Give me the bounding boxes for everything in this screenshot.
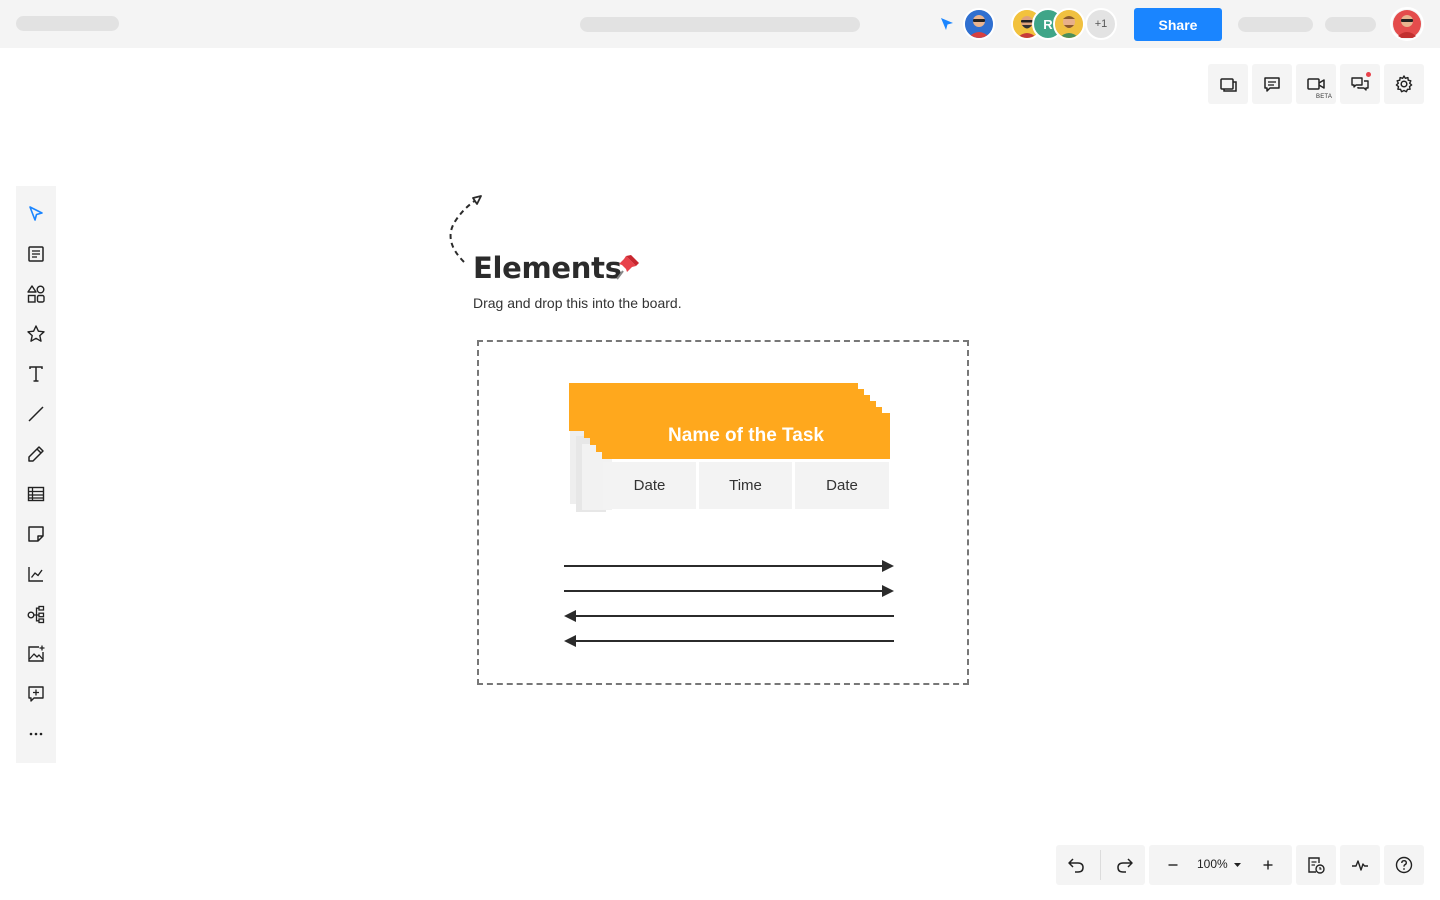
mind-map-tool[interactable] — [26, 604, 46, 624]
template-tool[interactable] — [26, 244, 46, 264]
task-end-date-field[interactable]: Date — [795, 462, 889, 509]
image-icon — [28, 645, 45, 662]
text-tool[interactable] — [26, 364, 46, 384]
chat-icon — [1351, 77, 1369, 91]
more-tools[interactable] — [26, 724, 46, 744]
help-button[interactable] — [1384, 845, 1424, 885]
star-icon — [27, 325, 45, 342]
collaborator-avatar[interactable] — [1053, 8, 1085, 40]
activity-pulse-icon — [1352, 860, 1368, 871]
layers-icon — [1220, 78, 1237, 92]
add-comment-tool[interactable] — [26, 684, 46, 704]
task-time-field[interactable]: Time — [699, 462, 792, 509]
shapes-tool[interactable] — [26, 284, 46, 304]
shapes-icon — [27, 285, 45, 303]
account-avatar[interactable] — [1390, 7, 1424, 41]
board-name-placeholder[interactable] — [16, 16, 119, 31]
sticky-note-icon — [28, 526, 44, 542]
chart-tool[interactable] — [26, 564, 46, 584]
minus-icon — [1168, 864, 1178, 866]
menu-placeholder[interactable] — [1325, 17, 1376, 32]
page-history-button[interactable] — [1296, 845, 1336, 885]
redo-button[interactable] — [1105, 845, 1145, 885]
toolbar-divider — [1100, 850, 1101, 880]
current-user-avatar[interactable] — [963, 8, 995, 40]
text-icon — [29, 366, 43, 382]
pointer-icon — [29, 206, 43, 221]
video-camera-icon — [1307, 78, 1325, 90]
add-comment-icon — [28, 686, 44, 702]
select-tool[interactable] — [26, 204, 46, 224]
activity-button[interactable] — [1340, 845, 1380, 885]
plus-icon — [1263, 860, 1273, 870]
arrow-right[interactable] — [564, 585, 894, 597]
settings-button[interactable] — [1384, 64, 1424, 104]
arrow-left[interactable] — [564, 635, 894, 647]
mind-map-icon — [27, 605, 45, 624]
help-group[interactable] — [1384, 845, 1424, 885]
sticky-note-tool[interactable] — [26, 524, 46, 544]
favorites-tool[interactable] — [26, 324, 46, 344]
top-bar: R +1 Share — [0, 0, 1440, 48]
redo-icon — [1117, 858, 1133, 873]
line-icon — [28, 406, 44, 422]
pen-icon — [28, 446, 44, 462]
table-tool[interactable] — [26, 484, 46, 504]
chevron-down-icon — [1234, 863, 1241, 867]
zoom-in-button[interactable] — [1248, 845, 1288, 885]
task-name: Name of the Task — [668, 424, 824, 446]
board-title-placeholder[interactable] — [580, 17, 860, 32]
cursor-icon — [941, 18, 953, 30]
left-toolbar — [16, 186, 56, 763]
help-icon — [1395, 856, 1413, 874]
history-panel-button[interactable] — [1296, 845, 1336, 885]
elements-heading: Elements — [473, 251, 622, 285]
arrow-right[interactable] — [564, 560, 894, 572]
gear-icon — [1395, 75, 1413, 93]
task-start-date-field[interactable]: Date — [603, 462, 696, 509]
pen-tool[interactable] — [26, 444, 46, 464]
chat-button[interactable] — [1340, 64, 1380, 104]
layers-button[interactable] — [1208, 64, 1248, 104]
image-tool[interactable] — [26, 644, 46, 664]
share-button[interactable]: Share — [1134, 8, 1222, 41]
arrow-left[interactable] — [564, 610, 894, 622]
table-icon — [27, 486, 45, 502]
template-icon — [28, 246, 44, 262]
zoom-level-select[interactable]: 100% — [1197, 857, 1228, 871]
zoom-out-button[interactable] — [1153, 845, 1193, 885]
line-tool[interactable] — [26, 404, 46, 424]
instruction-text: Drag and drop this into the board. — [473, 295, 682, 311]
document-clock-icon — [1308, 857, 1325, 874]
pushpin-icon — [616, 255, 639, 280]
undo-button[interactable] — [1056, 845, 1096, 885]
comment-icon — [1264, 77, 1280, 92]
arrow-connectors — [564, 560, 894, 647]
comments-button[interactable] — [1252, 64, 1292, 104]
undo-icon — [1068, 858, 1084, 873]
menu-placeholder[interactable] — [1238, 17, 1313, 32]
notification-dot — [1366, 72, 1371, 77]
activity-group[interactable] — [1340, 845, 1380, 885]
ellipsis-icon — [29, 732, 43, 736]
video-call-button[interactable]: BETA — [1296, 64, 1336, 104]
more-collaborators-badge[interactable]: +1 — [1085, 8, 1117, 40]
line-chart-icon — [28, 567, 43, 582]
beta-badge: BETA — [1316, 94, 1333, 100]
